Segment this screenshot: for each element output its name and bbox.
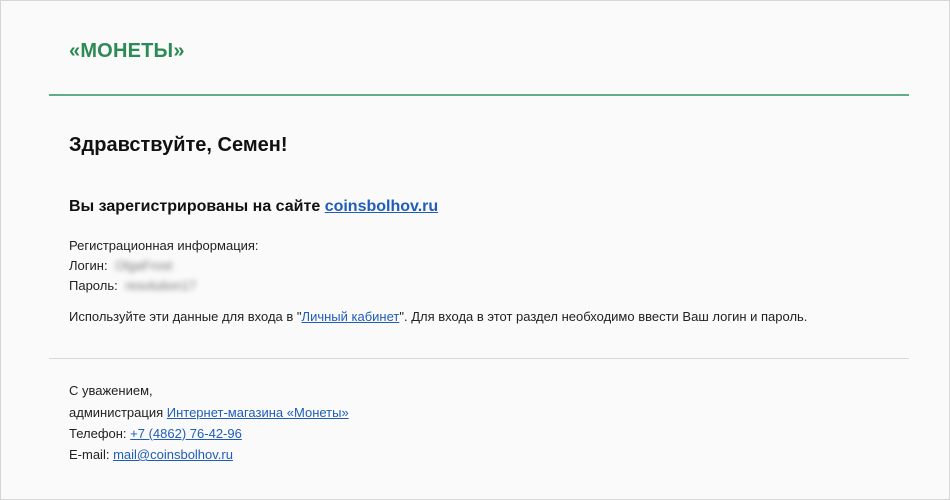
footer-email: E-mail: mail@coinsbolhov.ru [69, 447, 233, 462]
registration-heading: Вы зарегистрированы на сайте coinsbolhov… [69, 198, 438, 216]
email-header: «МОНЕТЫ» [49, 1, 909, 96]
password-value: resolution17 [125, 278, 197, 293]
login-value: OlgaFrost [115, 258, 173, 273]
greeting-heading: Здравствуйте, Семен! [69, 134, 288, 156]
login-row: Логин: OlgaFrost [69, 258, 172, 273]
usage-prefix: Используйте эти данные для входа в " [69, 309, 302, 324]
email-frame: «МОНЕТЫ» Здравствуйте, Семен! Вы зарегис… [0, 0, 950, 500]
footer-divider [49, 358, 909, 359]
footer-regards: С уважением, [69, 383, 153, 398]
footer-phone: Телефон: +7 (4862) 76-42-96 [69, 426, 242, 441]
usage-instructions: Используйте эти данные для входа в "Личн… [69, 309, 807, 324]
password-row: Пароль: resolution17 [69, 278, 196, 293]
usage-suffix: ". Для входа в этот раздел необходимо вв… [399, 309, 808, 324]
registration-info-title: Регистрационная информация: [69, 238, 259, 253]
phone-link[interactable]: +7 (4862) 76-42-96 [130, 426, 242, 441]
password-label: Пароль: [69, 278, 118, 293]
site-link[interactable]: coinsbolhov.ru [325, 198, 438, 215]
login-label: Логин: [69, 258, 108, 273]
admin-prefix: администрация [69, 405, 164, 420]
email-label: E-mail: [69, 447, 110, 462]
shop-link[interactable]: Интернет-магазина «Монеты» [167, 405, 349, 420]
email-link[interactable]: mail@coinsbolhov.ru [113, 447, 233, 462]
phone-label: Телефон: [69, 426, 127, 441]
registration-text: Вы зарегистрированы на сайте [69, 198, 321, 215]
brand-logo: «МОНЕТЫ» [69, 40, 185, 62]
personal-account-link[interactable]: Личный кабинет [302, 309, 400, 324]
footer-admin: администрация Интернет-магазина «Монеты» [69, 405, 349, 420]
